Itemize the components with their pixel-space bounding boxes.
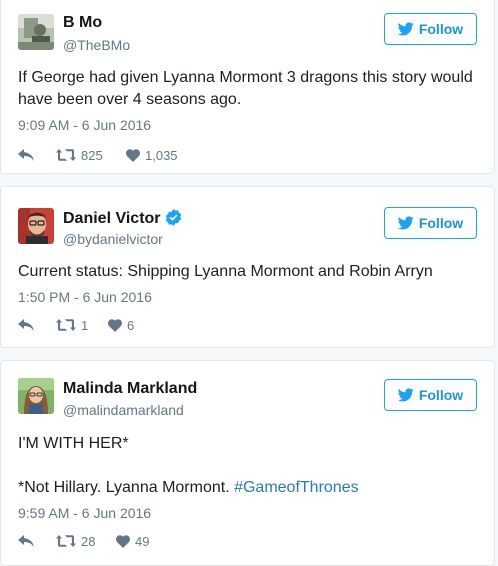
tweet-card: B Mo @TheBMo Follow If George had given … — [0, 0, 495, 174]
tweet-text-line: I'M WITH HER* — [18, 435, 129, 452]
tweet-text: If George had given Lyanna Mormont 3 dra… — [18, 69, 473, 108]
retweet-icon — [56, 319, 76, 331]
follow-button[interactable]: Follow — [384, 207, 477, 239]
follow-label: Follow — [418, 215, 464, 231]
retweet-count: 825 — [81, 147, 103, 163]
tweet-actions: 825 1,035 — [18, 145, 196, 165]
retweet-count: 28 — [81, 533, 96, 549]
follow-button[interactable]: Follow — [384, 13, 477, 45]
tweet-actions: 1 6 — [18, 315, 178, 335]
tweet-feed: B Mo @TheBMo Follow If George had given … — [0, 0, 498, 566]
heart-icon — [108, 318, 122, 332]
retweet-button[interactable]: 1 — [56, 318, 108, 333]
tweet-text-segment: *Not Hillary. Lyanna Mormont. — [18, 479, 235, 496]
tweet-actions: 28 49 — [18, 531, 186, 551]
display-name[interactable]: Malinda Markland — [63, 380, 197, 398]
avatar[interactable] — [18, 14, 54, 50]
tweet-card: Daniel Victor @bydanielvictor Follow Cur… — [0, 186, 495, 348]
avatar[interactable] — [18, 208, 54, 244]
user-handle[interactable]: @TheBMo — [63, 37, 130, 53]
tweet-text-line: *Not Hillary. Lyanna Mormont. #GameofThr… — [18, 477, 484, 499]
reply-button[interactable] — [18, 149, 56, 161]
like-button[interactable]: 49 — [116, 534, 186, 549]
tweet-timestamp[interactable]: 9:09 AM - 6 Jun 2016 — [18, 117, 151, 133]
heart-icon — [126, 148, 140, 162]
tweet-text: Current status: Shipping Lyanna Mormont … — [18, 263, 433, 280]
bird-icon — [397, 388, 414, 402]
user-handle[interactable]: @malindamarkland — [63, 402, 184, 418]
bird-icon — [397, 22, 414, 36]
display-name[interactable]: B Mo — [63, 14, 102, 32]
retweet-count: 1 — [81, 317, 89, 333]
reply-icon — [18, 319, 34, 331]
reply-icon — [18, 535, 34, 547]
retweet-button[interactable]: 28 — [56, 534, 116, 549]
hashtag-link[interactable]: #GameofThrones — [234, 479, 359, 496]
like-count: 6 — [127, 317, 135, 333]
reply-button[interactable] — [18, 535, 56, 547]
retweet-icon — [56, 149, 76, 161]
retweet-icon — [56, 535, 76, 547]
display-name: Daniel Victor — [63, 209, 182, 228]
tweet-timestamp[interactable]: 1:50 PM - 6 Jun 2016 — [18, 289, 152, 305]
bird-icon — [397, 216, 414, 230]
follow-label: Follow — [418, 21, 464, 37]
like-button[interactable]: 6 — [108, 318, 178, 333]
verified-badge-icon — [165, 209, 181, 226]
like-button[interactable]: 1,035 — [126, 148, 196, 163]
avatar[interactable] — [18, 378, 54, 414]
follow-label: Follow — [418, 387, 464, 403]
user-handle[interactable]: @bydanielvictor — [63, 231, 163, 247]
heart-icon — [116, 534, 130, 548]
reply-icon — [18, 149, 34, 161]
tweet-card: Malinda Markland @malindamarkland Follow… — [0, 360, 495, 566]
tweet-timestamp[interactable]: 9:59 AM - 6 Jun 2016 — [18, 505, 151, 521]
reply-button[interactable] — [18, 319, 56, 331]
like-count: 1,035 — [145, 147, 178, 163]
display-name-text[interactable]: Daniel Victor — [63, 210, 161, 227]
retweet-button[interactable]: 825 — [56, 148, 126, 163]
follow-button[interactable]: Follow — [384, 379, 477, 411]
like-count: 49 — [135, 533, 150, 549]
